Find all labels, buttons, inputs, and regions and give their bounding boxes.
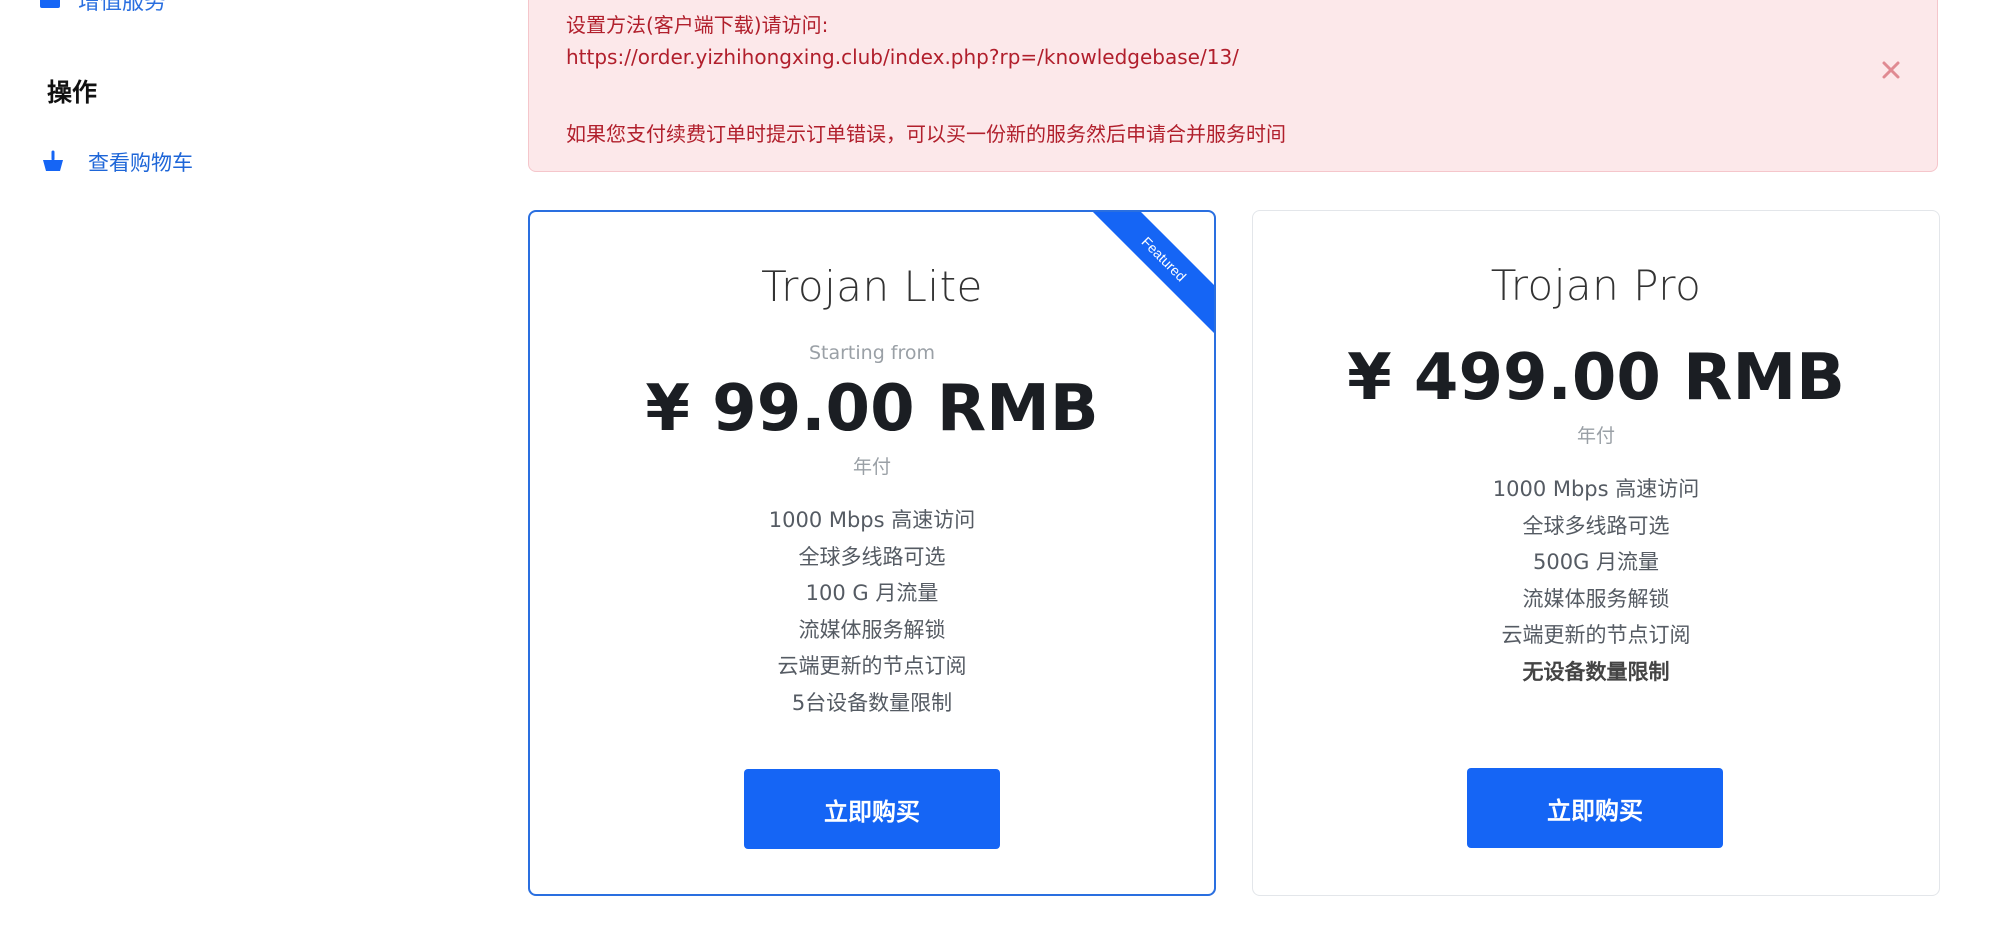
feature-item: 云端更新的节点订阅 — [1501, 623, 1691, 648]
feature-item: 1000 Mbps 高速访问 — [1492, 477, 1700, 501]
feature-item: 云端更新的节点订阅 — [777, 654, 967, 679]
feature-item: 1000 Mbps 高速访问 — [768, 508, 976, 532]
view-cart-link[interactable]: 查看购物车 — [40, 147, 193, 177]
plan-price: ¥ 499.00 RMB — [1347, 341, 1845, 415]
feature-item: 流媒体服务解锁 — [798, 617, 946, 642]
feature-item: 全球多线路可选 — [798, 544, 946, 569]
square-icon — [40, 0, 60, 8]
sidebar-item-addons[interactable]: 增值服务 — [40, 0, 167, 15]
buy-now-button[interactable]: 立即购买 — [1467, 768, 1723, 848]
sidebar: 增值服务 操作 查看购物车 — [0, 0, 480, 933]
feature-list: 1000 Mbps 高速访问 全球多线路可选 500G 月流量 流媒体服务解锁 … — [1253, 471, 1939, 691]
plan-name: Trojan Pro — [1490, 261, 1702, 310]
feature-item: 5台设备数量限制 — [791, 690, 953, 715]
plan-card-trojan-pro: Trojan Pro ¥ 499.00 RMB 年付 1000 Mbps 高速访… — [1252, 210, 1940, 896]
starting-from-label: Starting from — [808, 342, 936, 364]
alert-close-button[interactable] — [1871, 50, 1911, 90]
feature-item: 流媒体服务解锁 — [1522, 586, 1670, 611]
feature-item: 全球多线路可选 — [1522, 513, 1670, 538]
feature-item: 无设备数量限制 — [1522, 659, 1670, 684]
basket-icon — [43, 150, 63, 171]
feature-item: 100 G 月流量 — [805, 581, 939, 606]
sidebar-item-label: 增值服务 — [78, 0, 167, 15]
sidebar-heading-actions: 操作 — [47, 78, 98, 107]
billing-cycle: 年付 — [1576, 425, 1615, 447]
alert-line-setup: 设置方法(客户端下载)请访问: — [566, 13, 829, 37]
view-cart-label: 查看购物车 — [88, 151, 193, 175]
plan-name: Trojan Lite — [761, 262, 983, 311]
billing-cycle: 年付 — [852, 456, 891, 478]
alert-link-knowledgebase[interactable]: https://order.yizhihongxing.club/index.p… — [566, 45, 1239, 69]
plan-card-trojan-lite: Featured Trojan Lite Starting from ¥ 99.… — [528, 210, 1216, 896]
plan-price: ¥ 99.00 RMB — [645, 372, 1099, 446]
notice-alert: 设置方法(客户端下载)请访问: https://order.yizhihongx… — [528, 0, 1938, 172]
feature-list: 1000 Mbps 高速访问 全球多线路可选 100 G 月流量 流媒体服务解锁… — [530, 502, 1214, 722]
close-icon — [1882, 61, 1900, 79]
feature-item: 500G 月流量 — [1532, 550, 1660, 575]
buy-now-button[interactable]: 立即购买 — [744, 769, 1000, 849]
alert-line-renewal: 如果您支付续费订单时提示订单错误，可以买一份新的服务然后申请合并服务时间 — [566, 122, 1286, 146]
